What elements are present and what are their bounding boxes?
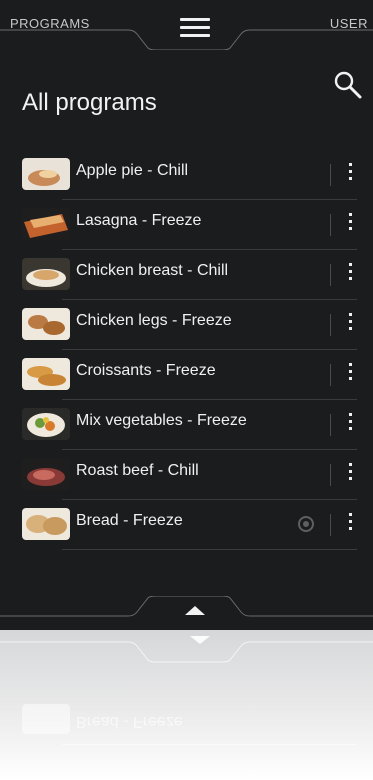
- list-item[interactable]: Bread - Freeze: [0, 500, 373, 550]
- reflection-thumbnail: [22, 704, 70, 734]
- list-item[interactable]: Mix vegetables - Freeze: [0, 400, 373, 450]
- eye-icon[interactable]: [295, 514, 317, 534]
- more-options-icon[interactable]: [340, 160, 360, 190]
- program-label: Mix vegetables - Freeze: [76, 412, 247, 429]
- reflection-label: Bread - Freeze: [76, 713, 183, 730]
- program-label: Bread - Freeze: [76, 512, 183, 529]
- divider: [330, 364, 331, 386]
- divider: [330, 214, 331, 236]
- divider: [330, 164, 331, 186]
- divider: [330, 464, 331, 486]
- program-label: Chicken legs - Freeze: [76, 312, 232, 329]
- page-title: All programs: [22, 89, 157, 117]
- search-icon[interactable]: [333, 70, 363, 100]
- reflection-divider: [62, 744, 357, 745]
- chevron-up-icon[interactable]: [175, 600, 215, 624]
- tab-user[interactable]: USER: [330, 16, 368, 31]
- program-label: Chicken breast - Chill: [76, 262, 229, 279]
- list-item[interactable]: Croissants - Freeze: [0, 350, 373, 400]
- tab-programs[interactable]: PROGRAMS: [10, 16, 90, 31]
- list-item[interactable]: Roast beef - Chill: [0, 450, 373, 500]
- reflection-notch: [0, 636, 373, 663]
- food-thumbnail: [22, 358, 70, 390]
- program-label: Croissants - Freeze: [76, 362, 216, 379]
- app-screen: PROGRAMS USER All programs Apple pie - C…: [0, 0, 373, 630]
- program-label: Lasagna - Freeze: [76, 212, 202, 229]
- food-thumbnail: [22, 308, 70, 340]
- more-options-icon[interactable]: [340, 510, 360, 540]
- more-options-icon[interactable]: [340, 460, 360, 490]
- food-thumbnail: [22, 158, 70, 190]
- food-thumbnail: [22, 508, 70, 540]
- more-options-icon[interactable]: [340, 210, 360, 240]
- program-label: Roast beef - Chill: [76, 462, 199, 479]
- list-item[interactable]: Chicken breast - Chill: [0, 250, 373, 300]
- food-thumbnail: [22, 408, 70, 440]
- device-reflection: Bread - Freeze: [0, 630, 373, 780]
- divider: [330, 264, 331, 286]
- list-item[interactable]: Apple pie - Chill: [0, 150, 373, 200]
- food-thumbnail: [22, 258, 70, 290]
- program-label: Apple pie - Chill: [76, 162, 189, 179]
- row-divider: [62, 549, 357, 550]
- divider: [330, 414, 331, 436]
- more-options-icon[interactable]: [340, 310, 360, 340]
- more-options-icon[interactable]: [340, 410, 360, 440]
- more-options-icon[interactable]: [340, 260, 360, 290]
- divider: [330, 514, 331, 536]
- top-bar: PROGRAMS USER: [0, 0, 373, 50]
- more-options-icon[interactable]: [340, 360, 360, 390]
- divider: [330, 314, 331, 336]
- hamburger-menu-icon[interactable]: [178, 18, 212, 40]
- food-thumbnail: [22, 458, 70, 490]
- food-thumbnail: [22, 208, 70, 240]
- list-item[interactable]: Lasagna - Freeze: [0, 200, 373, 250]
- list-item[interactable]: Chicken legs - Freeze: [0, 300, 373, 350]
